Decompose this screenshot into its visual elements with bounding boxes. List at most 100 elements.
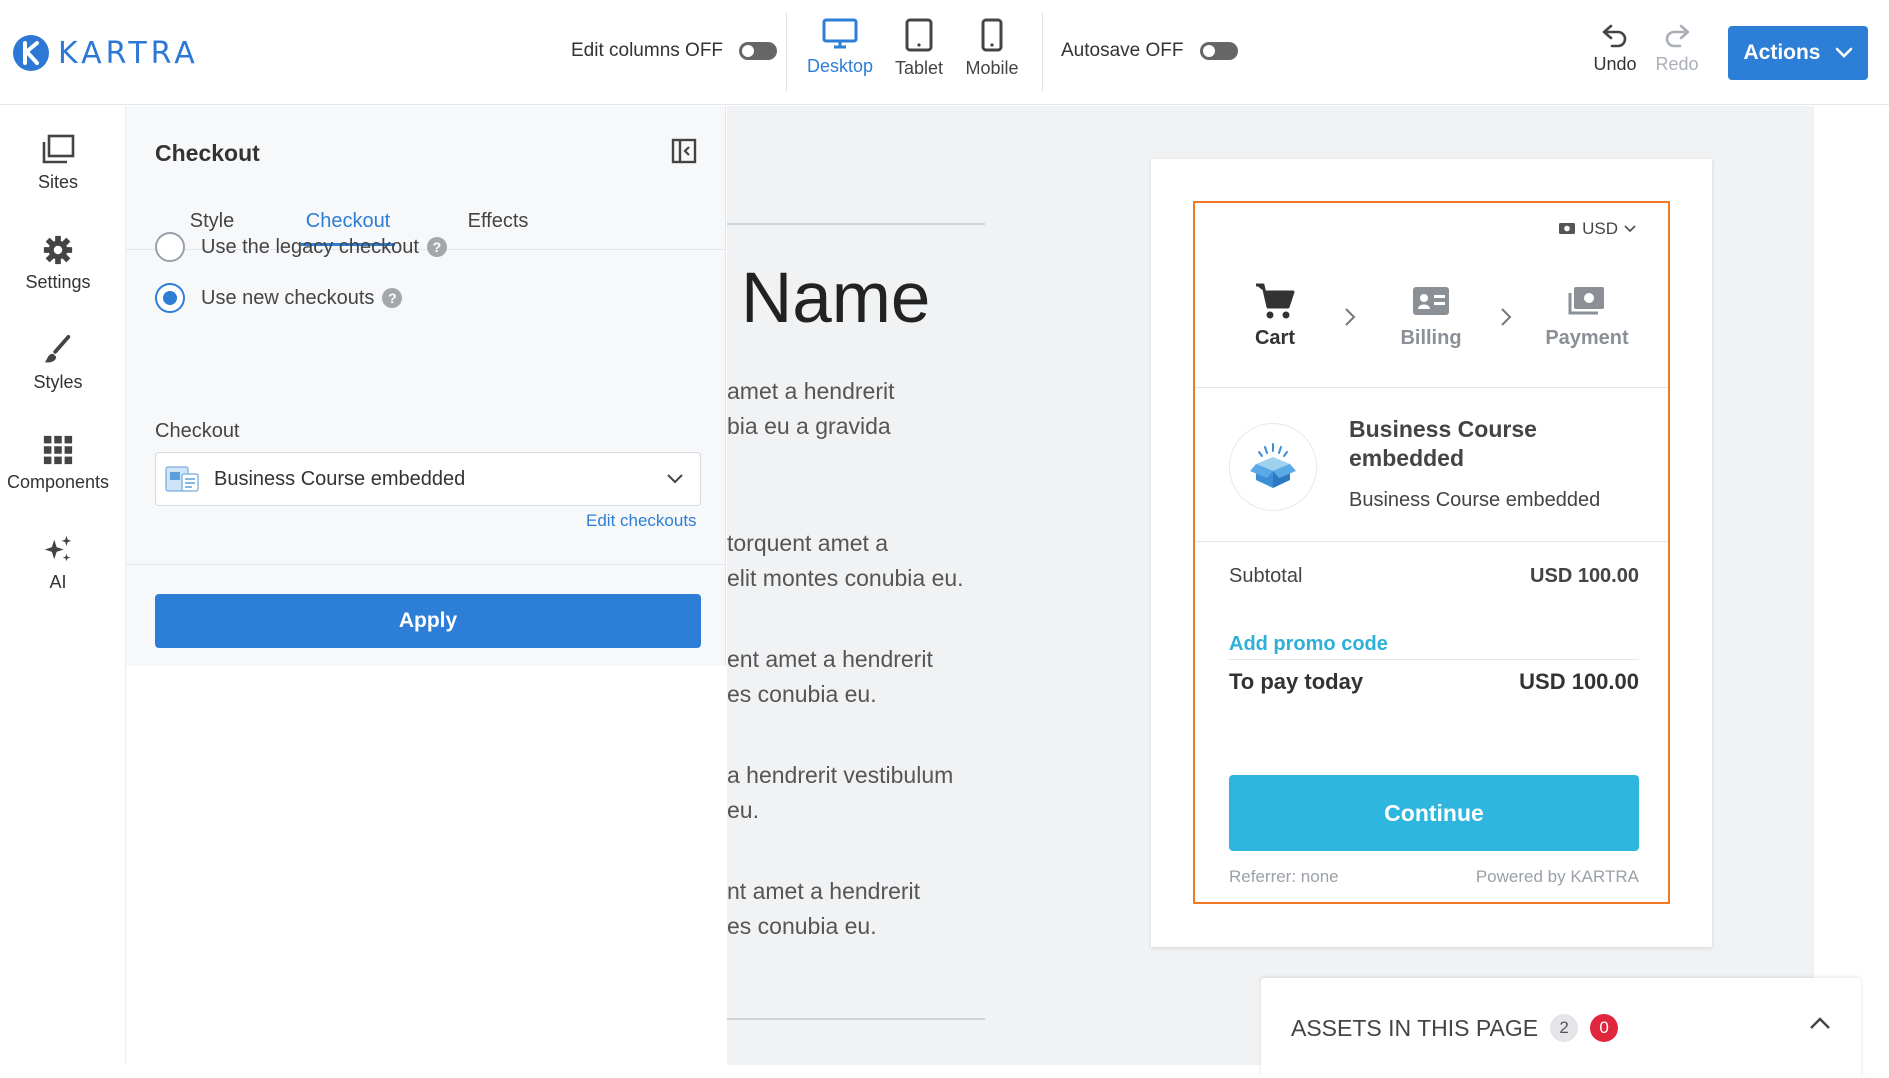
rail-item-settings[interactable]: Settings	[0, 234, 116, 293]
currency-label: USD	[1582, 219, 1618, 238]
rail-item-components[interactable]: Components	[0, 434, 116, 493]
device-desktop-button[interactable]: Desktop	[804, 18, 876, 77]
body-text-line: torquent amet a	[727, 530, 889, 556]
brand-name: KARTRA	[58, 35, 199, 71]
chevron-up-icon[interactable]	[1809, 1016, 1831, 1030]
help-icon[interactable]: ?	[382, 288, 403, 308]
body-text-line: ent amet a hendrerit	[727, 646, 933, 672]
redo-button[interactable]: Redo	[1652, 22, 1702, 75]
subtotal-label: Subtotal	[1229, 565, 1303, 587]
actions-label: Actions	[1743, 41, 1821, 64]
divider	[1229, 659, 1639, 660]
help-icon[interactable]: ?	[426, 237, 447, 257]
checkout-select[interactable]: Business Course embedded	[155, 452, 701, 506]
money-icon	[1559, 223, 1576, 234]
device-mobile-button[interactable]: Mobile	[960, 18, 1024, 79]
add-promo-code-link[interactable]: Add promo code	[1229, 633, 1388, 656]
apply-button[interactable]: Apply	[155, 594, 701, 648]
legacy-checkout-label: Use the legacy checkout	[201, 235, 419, 258]
top-toolbar: KARTRA Edit columns OFF Desktop Tablet M…	[0, 0, 1889, 105]
product-image	[1229, 423, 1317, 511]
new-checkouts-option[interactable]: Use new checkouts ?	[155, 283, 403, 313]
rail-item-sites[interactable]: Sites	[0, 134, 116, 193]
assets-in-page-drawer[interactable]: ASSETS IN THIS PAGE 2 0	[1261, 978, 1861, 1078]
body-text-line: es conubia eu.	[727, 913, 877, 939]
checkout-select-label: Checkout	[155, 420, 240, 442]
checkout-widget[interactable]: USD Cart Billing Payment Business Course…	[1151, 159, 1712, 947]
chevron-down-icon	[667, 474, 683, 484]
payment-icon	[1568, 287, 1604, 315]
gear-icon	[43, 235, 73, 265]
assets-count-badge: 2	[1550, 1014, 1579, 1042]
step-payment[interactable]: Payment	[1527, 281, 1647, 350]
step-cart-label: Cart	[1254, 327, 1295, 349]
rail-item-ai[interactable]: AI	[0, 534, 116, 593]
left-rail: Sites Settings Styles Components AI	[0, 106, 126, 1065]
undo-button[interactable]: Undo	[1590, 22, 1640, 75]
sites-icon	[42, 134, 75, 164]
divider	[1042, 12, 1043, 92]
mobile-icon	[981, 18, 1003, 52]
tablet-icon	[905, 18, 933, 52]
checkout-footer: Referrer: none Powered by KARTRA	[1229, 867, 1639, 887]
continue-button[interactable]: Continue	[1229, 775, 1639, 851]
autosave-label: Autosave OFF	[1061, 40, 1184, 61]
divider-line	[727, 223, 985, 225]
edit-columns-switch[interactable]	[739, 42, 778, 60]
hero-heading[interactable]: Name	[741, 258, 930, 339]
currency-selector[interactable]: USD	[1558, 219, 1636, 239]
edit-columns-toggle[interactable]: Edit columns OFF	[571, 40, 778, 62]
assets-header: ASSETS IN THIS PAGE 2 0	[1291, 1014, 1619, 1042]
autosave-toggle[interactable]: Autosave OFF	[1061, 40, 1238, 62]
new-checkouts-radio[interactable]	[155, 283, 185, 313]
collapse-panel-icon[interactable]	[671, 138, 697, 164]
body-text-line: nt amet a hendrerit	[727, 878, 921, 904]
device-desktop-label: Desktop	[806, 56, 874, 76]
body-text-line: a hendrerit vestibulum	[727, 762, 954, 788]
actions-button[interactable]: Actions	[1728, 26, 1868, 80]
rail-label-components: Components	[6, 472, 110, 492]
canvas-margin	[1814, 106, 1889, 1065]
divider	[1195, 541, 1668, 542]
checkout-settings-panel: Checkout Style Checkout Effects Use the …	[126, 106, 726, 1065]
total-value: USD 100.00	[1519, 669, 1639, 694]
divider	[786, 12, 787, 92]
open-box-icon	[1250, 443, 1296, 488]
kartra-logo[interactable]: KARTRA	[12, 34, 199, 72]
sparkle-icon	[44, 535, 72, 562]
autosave-switch[interactable]	[1199, 42, 1238, 60]
panel-title: Checkout	[155, 140, 260, 166]
device-tablet-button[interactable]: Tablet	[888, 18, 950, 79]
panel-empty-area	[126, 666, 726, 1065]
body-text-line: bia eu a gravida	[727, 413, 891, 439]
chevron-right-icon	[1501, 308, 1512, 326]
checkout-page-icon	[165, 466, 199, 492]
step-billing-label: Billing	[1400, 327, 1462, 349]
chevron-down-icon	[1835, 47, 1852, 58]
redo-icon	[1665, 24, 1690, 48]
checkout-selected-frame: USD Cart Billing Payment Business Course…	[1193, 201, 1670, 904]
rail-label-styles: Styles	[33, 372, 83, 392]
step-cart[interactable]: Cart	[1215, 281, 1335, 350]
tab-effects[interactable]: Effects	[450, 210, 546, 233]
step-billing[interactable]: Billing	[1371, 281, 1491, 350]
chevron-right-icon	[1345, 308, 1356, 326]
assets-title: ASSETS IN THIS PAGE	[1291, 1014, 1539, 1041]
legacy-checkout-radio[interactable]	[155, 232, 185, 262]
product-name: Business Course embedded	[1349, 416, 1537, 471]
redo-label: Redo	[1655, 54, 1699, 74]
referrer-text: Referrer: none	[1229, 867, 1339, 886]
device-tablet-label: Tablet	[894, 58, 944, 78]
undo-label: Undo	[1593, 54, 1637, 74]
total-row: To pay today USD 100.00	[1229, 669, 1639, 695]
brush-icon	[44, 334, 71, 363]
legacy-checkout-option[interactable]: Use the legacy checkout ?	[155, 232, 447, 262]
edit-checkouts-link[interactable]: Edit checkouts	[586, 511, 697, 531]
divider	[1195, 387, 1668, 388]
cart-icon	[1256, 283, 1295, 319]
product-description: Business Course embedded	[1349, 489, 1601, 511]
grid-icon	[43, 435, 73, 465]
assets-alert-badge: 0	[1590, 1014, 1619, 1042]
tab-style[interactable]: Style	[172, 210, 252, 233]
rail-item-styles[interactable]: Styles	[0, 334, 116, 393]
